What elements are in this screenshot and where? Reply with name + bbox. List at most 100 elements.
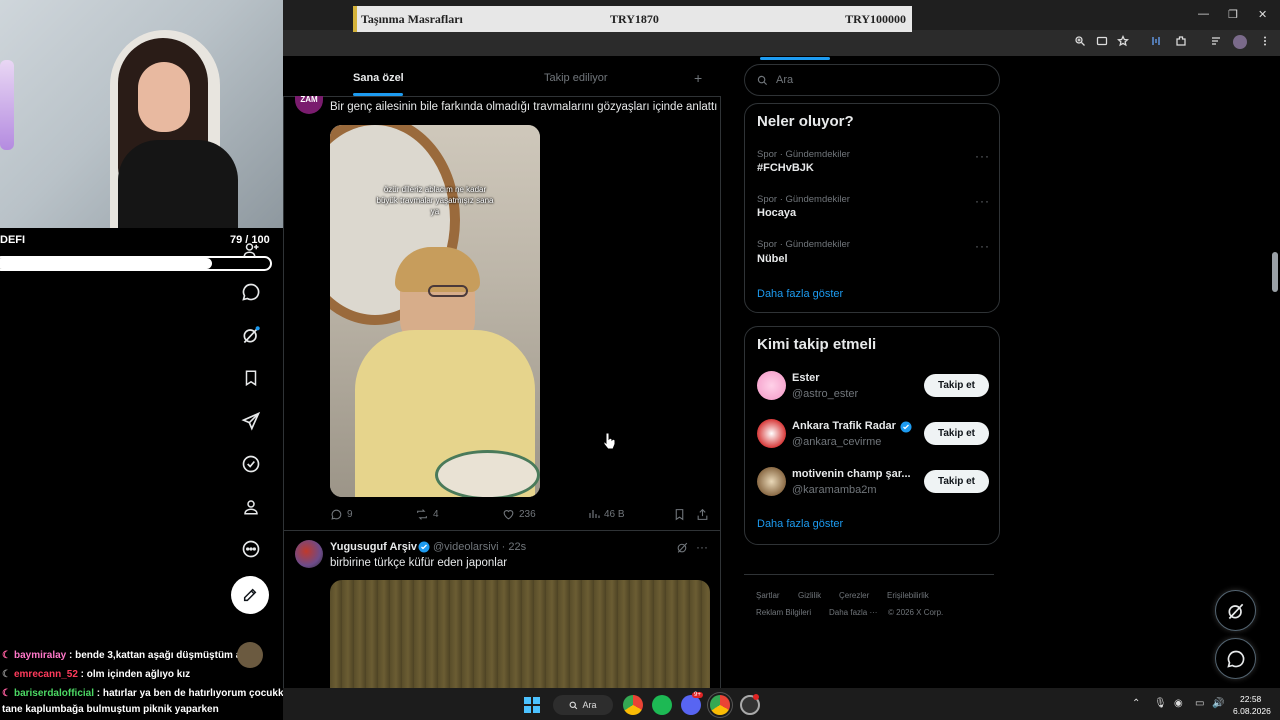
taskbar-clock-date[interactable]: 6.08.2026 [1233,706,1271,716]
grok-explain-icon[interactable] [676,541,689,554]
post1-avatar[interactable]: ZAM [295,96,323,114]
tray-overflow-icon[interactable]: ⌃ [1132,698,1140,709]
follow-user-icon[interactable] [237,236,265,264]
post1-text: Bir genç ailesinin bile farkında olmadığ… [330,101,718,113]
window-minimize-button[interactable]: — [1198,8,1209,20]
network-icon[interactable]: ◉ [1174,698,1183,709]
browser-menu-icon[interactable] [1259,35,1273,49]
webcam-feed [0,0,283,228]
compose-post-button[interactable] [231,576,269,614]
microphone-icon[interactable]: 🎙 [1154,698,1167,709]
footer-privacy-link[interactable]: Gizlilik [798,591,821,600]
window-close-button[interactable]: ✕ [1258,8,1267,21]
who-avatar[interactable] [757,419,786,448]
reply-button[interactable]: 9 [330,508,353,521]
post2-text: birbirine türkçe küfür eden japonlar [330,557,508,569]
volume-icon[interactable]: 🔊 [1212,698,1224,709]
trend-item-2[interactable]: Hocaya [757,207,796,219]
screenshot-icon[interactable] [1096,35,1110,49]
trend-meta: Spor · Gündemdekiler [757,194,850,205]
lamp-image [0,60,14,150]
share-button[interactable] [696,508,709,521]
chat-line-1: ☾ baymiralay : bende 3,kattan aşağı düşmü… [2,650,256,661]
add-tab-button[interactable]: + [694,70,702,86]
post2-avatar[interactable] [295,540,323,568]
taskbar-clock-time[interactable]: 22:58 [1240,694,1261,704]
star-icon[interactable] [1117,35,1131,49]
timeline-left-border [283,57,284,697]
more-icon[interactable] [237,535,265,563]
notification-dot [753,694,759,700]
footer-accessibility-link[interactable]: Erişilebilirlik [887,591,929,600]
donation-goal-banner: Taşınma Masrafları TRY1870 TRY100000 [353,6,912,32]
discord-app-icon[interactable] [681,695,701,715]
search-input[interactable]: Ara [744,64,1000,96]
post2-handle[interactable]: @videolarsivi · 22s [433,541,526,553]
chat-line-2: ☾ emrecann_52 : olm içinden ağlıyo kız [2,669,190,680]
window-maximize-button[interactable]: ❐ [1228,8,1238,21]
footer-terms-link[interactable]: Şartlar [756,591,780,600]
grok-icon [1228,603,1243,619]
trends-show-more-link[interactable]: Daha fazla göster [757,288,843,300]
footer-ads-link[interactable]: Reklam Bilgileri [756,608,811,617]
chat-avatar [237,642,263,668]
who-avatar[interactable] [757,467,786,496]
messages-icon[interactable] [237,278,265,306]
trend-item-1[interactable]: #FCHvBJK [757,162,814,174]
trend-more-icon[interactable]: ··· [975,149,990,163]
taskbar-search-button[interactable]: Ara [553,695,613,715]
footer-more-link[interactable]: Daha fazla ··· [829,608,877,617]
moon-icon: ☾ [2,688,11,699]
who-name[interactable]: Ankara Trafik Radar [792,420,896,432]
page-scrollbar[interactable] [1270,57,1280,697]
extension-ai-icon[interactable] [1150,35,1164,49]
rocket-icon[interactable] [237,407,265,435]
scrollbar-thumb[interactable] [1272,252,1278,292]
reading-list-icon[interactable] [1210,35,1224,49]
zoom-icon[interactable] [1074,35,1088,49]
who-name[interactable]: motivenin champ şar... [792,468,911,480]
grok-float-button[interactable] [1215,590,1256,631]
profile-icon[interactable] [237,493,265,521]
like-count: 236 [519,509,536,520]
verified-icon[interactable] [237,450,265,478]
post2-video[interactable] [330,580,710,690]
like-button[interactable]: 236 [502,508,536,521]
tab-following[interactable]: Takip ediliyor [544,72,608,84]
repost-count: 4 [433,509,439,520]
footer-divider [744,574,994,575]
spotify-app-icon[interactable] [652,695,672,715]
trend-more-icon[interactable]: ··· [975,194,990,208]
active-tab-indicator [353,93,403,96]
extensions-icon[interactable] [1175,35,1189,49]
follow-button[interactable]: Takip et [924,470,989,493]
profile-avatar-icon[interactable] [1233,35,1247,49]
chrome-active-app-icon[interactable] [710,695,730,715]
trend-item-3[interactable]: Nübel [757,253,788,265]
chrome-app-icon[interactable] [623,695,643,715]
grok-icon[interactable] [237,321,265,349]
display-icon[interactable]: ▭ [1195,698,1204,709]
trend-more-icon[interactable]: ··· [975,239,990,253]
messages-icon [1226,650,1244,668]
bookmark-icon[interactable] [237,364,265,392]
repost-button[interactable]: 4 [415,508,439,521]
timeline-right-border [720,57,721,697]
views-button[interactable]: 46 B [588,508,625,520]
tab-for-you[interactable]: Sana özel [353,72,404,84]
follow-button[interactable]: Takip et [924,422,989,445]
post-more-icon[interactable]: ··· [696,540,708,554]
who-name[interactable]: Ester [792,372,820,384]
who-avatar[interactable] [757,371,786,400]
defi-label: DEFI [0,234,26,246]
who-show-more-link[interactable]: Daha fazla göster [757,518,843,530]
messages-float-button[interactable] [1215,638,1256,679]
post1-video[interactable] [330,125,540,497]
follow-button[interactable]: Takip et [924,374,989,397]
post2-author-name[interactable]: Yugusuguf Arşiv [330,541,417,553]
timeline-tabs [283,57,721,97]
post1-avatar-text: ZAM [300,96,318,104]
start-menu-icon[interactable] [524,697,540,713]
bookmark-post-button[interactable] [673,508,686,521]
footer-cookies-link[interactable]: Çerezler [839,591,869,600]
